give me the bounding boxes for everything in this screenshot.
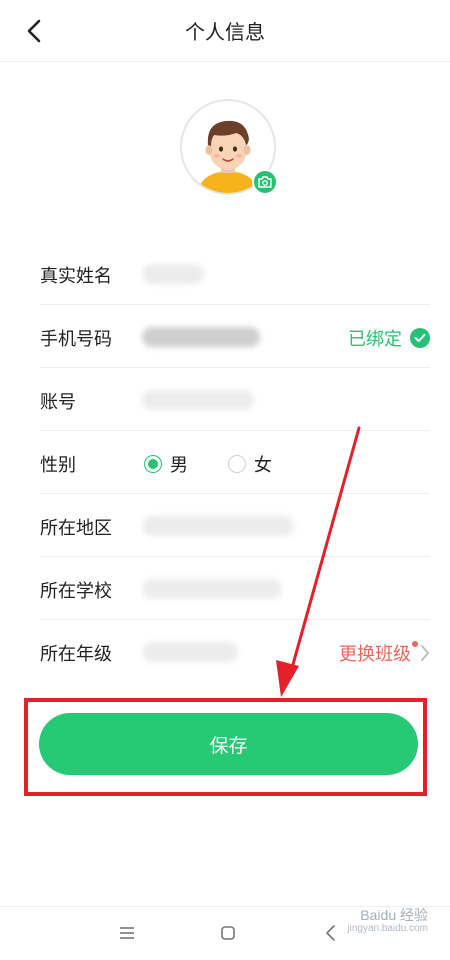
row-grade: 所在年级 更换班级 (40, 620, 430, 683)
row-phone[interactable]: 手机号码 已绑定 (40, 305, 430, 368)
change-class-link[interactable]: 更换班级 (339, 640, 430, 666)
check-icon (410, 328, 430, 348)
row-account: 账号 (40, 368, 430, 431)
gender-option-female[interactable]: 女 (228, 451, 272, 477)
gender-option-male[interactable]: 男 (144, 451, 188, 477)
row-gender: 性别 男 女 (40, 431, 430, 494)
profile-form: 真实姓名 手机号码 已绑定 账号 性别 男 女 所在地区 所在学校 所在年级 更… (0, 242, 450, 683)
real-name-value (142, 264, 204, 284)
school-value (142, 579, 282, 599)
chevron-right-icon (420, 644, 430, 662)
notification-dot (412, 641, 418, 647)
region-value (142, 516, 294, 536)
real-name-label: 真实姓名 (40, 266, 112, 287)
phone-value (142, 327, 260, 347)
change-class-label: 更换班级 (339, 644, 411, 665)
phone-bound-label: 已绑定 (348, 329, 402, 350)
radio-unchecked-icon[interactable] (228, 455, 246, 473)
square-home-icon (221, 926, 235, 940)
camera-button[interactable] (252, 169, 278, 195)
account-label: 账号 (40, 392, 76, 413)
row-region[interactable]: 所在地区 (40, 494, 430, 557)
gender-female-label: 女 (254, 455, 272, 476)
page-title: 个人信息 (185, 20, 265, 44)
watermark-url: jingyan.baidu.com (347, 923, 428, 935)
baidu-watermark: Baidu 经验 jingyan.baidu.com (347, 907, 428, 935)
back-triangle-icon (326, 925, 335, 941)
radio-checked-icon[interactable] (144, 455, 162, 473)
back-nav-button[interactable] (318, 921, 342, 945)
menu-icon (120, 927, 134, 939)
phone-label: 手机号码 (40, 329, 112, 350)
menu-nav-button[interactable] (115, 921, 139, 945)
grade-label: 所在年级 (40, 644, 112, 665)
gender-male-label: 男 (170, 455, 188, 476)
header-bar: 个人信息 (0, 0, 450, 62)
region-label: 所在地区 (40, 518, 112, 539)
row-school[interactable]: 所在学校 (40, 557, 430, 620)
row-real-name[interactable]: 真实姓名 (40, 242, 430, 305)
avatar-container[interactable] (180, 99, 278, 195)
account-value (142, 390, 254, 410)
school-label: 所在学校 (40, 581, 112, 602)
gender-label: 性别 (40, 455, 76, 476)
camera-icon (258, 176, 272, 188)
home-nav-button[interactable] (216, 921, 240, 945)
grade-value (142, 642, 238, 662)
phone-status: 已绑定 (348, 325, 430, 351)
watermark-brand: Baidu 经验 (360, 907, 428, 923)
save-button[interactable]: 保存 (39, 713, 418, 775)
